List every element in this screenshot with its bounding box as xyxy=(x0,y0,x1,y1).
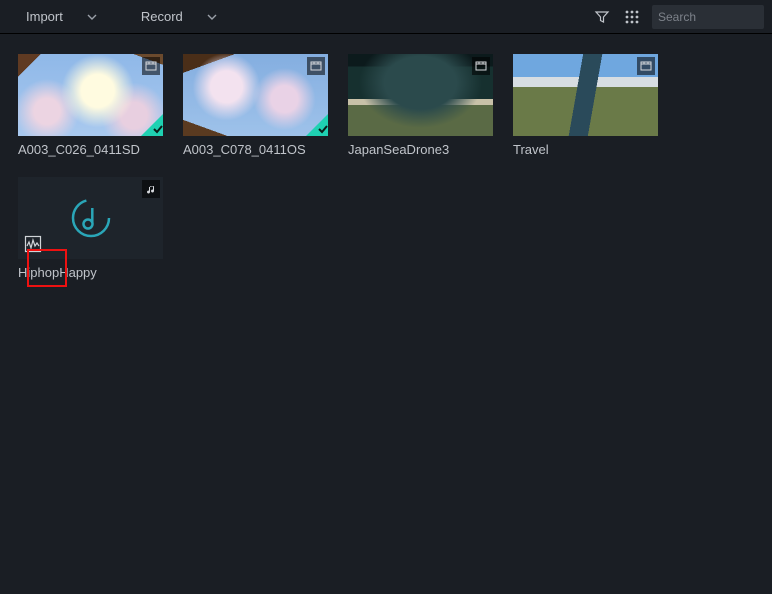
search-input[interactable] xyxy=(658,10,772,24)
media-thumbnail[interactable] xyxy=(18,54,163,136)
video-clip-icon xyxy=(637,57,655,75)
media-item[interactable]: JapanSeaDrone3 xyxy=(348,54,493,157)
media-grid: A003_C026_0411SD A003_C078_0411OS JapanS… xyxy=(0,34,772,300)
media-label: HiphopHappy xyxy=(18,265,163,280)
media-thumbnail[interactable] xyxy=(513,54,658,136)
media-thumbnail[interactable] xyxy=(183,54,328,136)
grid-view-icon[interactable] xyxy=(620,5,644,29)
media-thumbnail[interactable] xyxy=(18,177,163,259)
video-clip-icon xyxy=(472,57,490,75)
media-label: A003_C078_0411OS xyxy=(183,142,328,157)
video-clip-icon xyxy=(142,57,160,75)
media-item[interactable]: A003_C026_0411SD xyxy=(18,54,163,157)
audio-waveform-icon xyxy=(69,196,113,240)
music-note-icon xyxy=(142,180,160,198)
media-item[interactable]: A003_C078_0411OS xyxy=(183,54,328,157)
media-label: JapanSeaDrone3 xyxy=(348,142,493,157)
filter-icon[interactable] xyxy=(590,5,614,29)
used-in-timeline-icon xyxy=(306,114,328,136)
chevron-down-icon xyxy=(87,12,97,22)
import-dropdown[interactable]: Import xyxy=(18,5,105,28)
video-clip-icon xyxy=(307,57,325,75)
beat-detection-icon[interactable] xyxy=(21,232,45,256)
toolbar: Import Record xyxy=(0,0,772,34)
search-field[interactable] xyxy=(652,5,764,29)
used-in-timeline-icon xyxy=(141,114,163,136)
chevron-down-icon xyxy=(207,12,217,22)
media-item[interactable]: Travel xyxy=(513,54,658,157)
media-label: A003_C026_0411SD xyxy=(18,142,163,157)
record-label: Record xyxy=(141,9,183,24)
import-label: Import xyxy=(26,9,63,24)
record-dropdown[interactable]: Record xyxy=(133,5,225,28)
media-thumbnail[interactable] xyxy=(348,54,493,136)
media-item[interactable]: HiphopHappy xyxy=(18,177,163,280)
media-label: Travel xyxy=(513,142,658,157)
